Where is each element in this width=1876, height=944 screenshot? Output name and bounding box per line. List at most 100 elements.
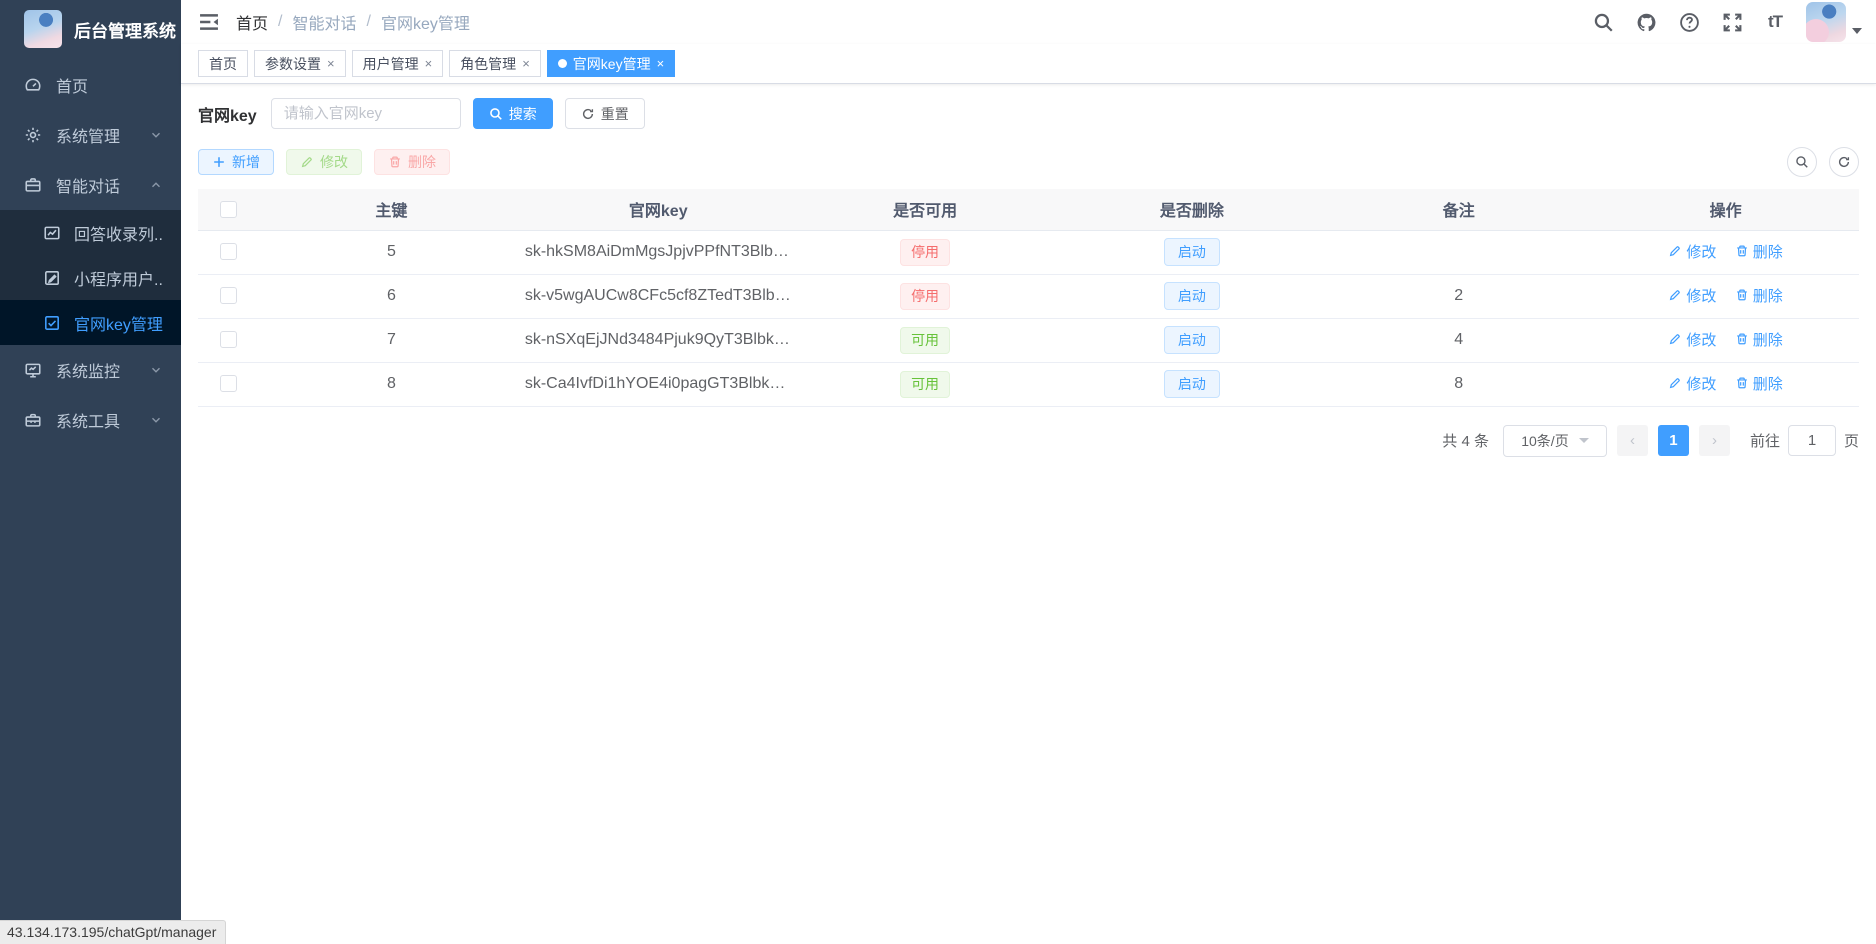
row-checkbox[interactable] <box>220 243 237 260</box>
tab-user-management[interactable]: 用户管理 × <box>352 50 444 77</box>
sidebar-item-system-tools[interactable]: 系统工具 <box>0 395 181 445</box>
github-link-button[interactable] <box>1628 4 1664 40</box>
activate-button[interactable]: 启动 <box>1164 238 1220 266</box>
trash-icon <box>1735 288 1749 302</box>
cell-remark <box>1325 230 1592 274</box>
row-delete-link[interactable]: 删除 <box>1735 241 1783 262</box>
breadcrumb: 首页 / 智能对话 / 官网key管理 <box>236 10 470 34</box>
select-all-checkbox[interactable] <box>220 201 237 218</box>
sidebar-item-system-monitor[interactable]: 系统监控 <box>0 345 181 395</box>
active-tab-dot <box>558 59 567 68</box>
activate-button[interactable]: 启动 <box>1164 326 1220 354</box>
row-edit-link[interactable]: 修改 <box>1668 241 1716 262</box>
activate-button[interactable]: 启动 <box>1164 370 1220 398</box>
github-icon <box>1636 12 1657 33</box>
sidebar-item-miniprogram-users[interactable]: 小程序用户... <box>0 255 181 300</box>
edit-button[interactable]: 修改 <box>286 149 362 175</box>
close-icon[interactable]: × <box>327 57 335 70</box>
page-size-select[interactable]: 10条/页 <box>1503 425 1607 457</box>
pagination-total: 共 4 条 <box>1442 430 1489 451</box>
app-root: 后台管理系统 首页 系统管理 智能对话 回答收录列... <box>0 0 1876 944</box>
tab-role-management[interactable]: 角色管理 × <box>449 50 541 77</box>
fullscreen-icon <box>1722 12 1743 33</box>
sidebar-item-label: 系统监控 <box>56 358 149 382</box>
pencil-icon <box>1668 376 1682 390</box>
prev-page-button[interactable]: ‹ <box>1617 425 1648 456</box>
table-row: 7 sk-nSXqEjJNd3484Pjuk9QyT3BlbkFJ8U... 可… <box>198 318 1859 362</box>
website-key-input[interactable] <box>271 98 461 129</box>
next-page-button[interactable]: › <box>1699 425 1730 456</box>
sidebar-item-smart-chat[interactable]: 智能对话 <box>0 160 181 210</box>
close-icon[interactable]: × <box>657 57 665 70</box>
sidebar-item-label: 官网key管理 <box>74 311 163 335</box>
question-icon <box>1679 12 1700 33</box>
column-header-actions: 操作 <box>1592 189 1859 230</box>
column-header-id: 主键 <box>258 189 525 230</box>
row-edit-link[interactable]: 修改 <box>1668 329 1716 350</box>
refresh-table-button[interactable] <box>1829 147 1859 177</box>
cell-key: sk-v5wgAUCw8CFc5cf8ZTedT3BlbkFJaF... <box>525 274 792 318</box>
table-row: 5 sk-hkSM8AiDmMgsJpjvPPfNT3BlbkFJhE... 停… <box>198 230 1859 274</box>
table-header-row: 主键 官网key 是否可用 是否删除 备注 操作 <box>198 189 1859 230</box>
edit-doc-icon <box>43 269 61 287</box>
goto-suffix: 页 <box>1844 430 1859 451</box>
breadcrumb-home[interactable]: 首页 <box>236 10 268 34</box>
sidebar-submenu: 回答收录列... 小程序用户... 官网key管理 <box>0 210 181 345</box>
briefcase-icon <box>24 176 42 194</box>
sidebar-item-website-key-management[interactable]: 官网key管理 <box>0 300 181 345</box>
goto-page-input[interactable] <box>1788 425 1836 456</box>
tab-home[interactable]: 首页 <box>198 50 248 77</box>
row-edit-link[interactable]: 修改 <box>1668 373 1716 394</box>
table-toolbar: 新增 修改 删除 <box>198 147 1859 177</box>
status-bar-url: 43.134.173.195/chatGpt/manager <box>0 920 226 944</box>
search-button[interactable]: 搜索 <box>473 98 553 129</box>
add-button[interactable]: 新增 <box>198 149 274 175</box>
reset-button[interactable]: 重置 <box>565 98 645 129</box>
close-icon[interactable]: × <box>522 57 530 70</box>
row-checkbox[interactable] <box>220 331 237 348</box>
caret-down-icon <box>1852 28 1862 34</box>
header-search-button[interactable] <box>1585 4 1621 40</box>
table-row: 8 sk-Ca4IvfDi1hYOE4i0pagGT3BlbkFJ6dv3...… <box>198 362 1859 406</box>
sidebar-item-answer-list[interactable]: 回答收录列... <box>0 210 181 255</box>
help-button[interactable] <box>1671 4 1707 40</box>
row-delete-link[interactable]: 删除 <box>1735 373 1783 394</box>
sidebar-logo[interactable]: 后台管理系统 <box>0 0 181 58</box>
user-menu[interactable] <box>1806 2 1862 42</box>
chevron-down-icon <box>149 413 163 427</box>
search-icon <box>1593 12 1614 33</box>
pencil-icon <box>1668 332 1682 346</box>
trash-icon <box>1735 332 1749 346</box>
page-number-1[interactable]: 1 <box>1658 425 1689 456</box>
row-delete-link[interactable]: 删除 <box>1735 329 1783 350</box>
fullscreen-button[interactable] <box>1714 4 1750 40</box>
row-delete-link[interactable]: 删除 <box>1735 285 1783 306</box>
activate-button[interactable]: 启动 <box>1164 282 1220 310</box>
status-badge: 停用 <box>900 239 950 266</box>
pencil-icon <box>1668 288 1682 302</box>
chart-icon <box>43 224 61 242</box>
sidebar-menu: 首页 系统管理 智能对话 回答收录列... 小程序用户... <box>0 58 181 944</box>
cell-key: sk-hkSM8AiDmMgsJpjvPPfNT3BlbkFJhE... <box>525 230 792 274</box>
trash-icon <box>388 155 402 169</box>
app-title: 后台管理系统 <box>74 17 176 42</box>
row-checkbox[interactable] <box>220 287 237 304</box>
sidebar-item-system-management[interactable]: 系统管理 <box>0 110 181 160</box>
main-area: 首页 / 智能对话 / 官网key管理 <box>181 0 1876 944</box>
font-size-button[interactable]: tT <box>1757 4 1793 40</box>
plus-icon <box>212 155 226 169</box>
close-icon[interactable]: × <box>425 57 433 70</box>
sidebar-collapse-icon[interactable] <box>198 11 220 33</box>
delete-button[interactable]: 删除 <box>374 149 450 175</box>
toggle-search-button[interactable] <box>1787 147 1817 177</box>
sidebar-item-home[interactable]: 首页 <box>0 60 181 110</box>
row-edit-link[interactable]: 修改 <box>1668 285 1716 306</box>
column-header-key: 官网key <box>525 189 792 230</box>
column-header-deleted: 是否删除 <box>1058 189 1325 230</box>
breadcrumb-separator: / <box>278 13 282 31</box>
tab-website-key-management[interactable]: 官网key管理 × <box>547 50 675 77</box>
toolbar-right-actions <box>1787 147 1859 177</box>
refresh-icon <box>1837 155 1851 169</box>
row-checkbox[interactable] <box>220 375 237 392</box>
tab-parameter-settings[interactable]: 参数设置 × <box>254 50 346 77</box>
